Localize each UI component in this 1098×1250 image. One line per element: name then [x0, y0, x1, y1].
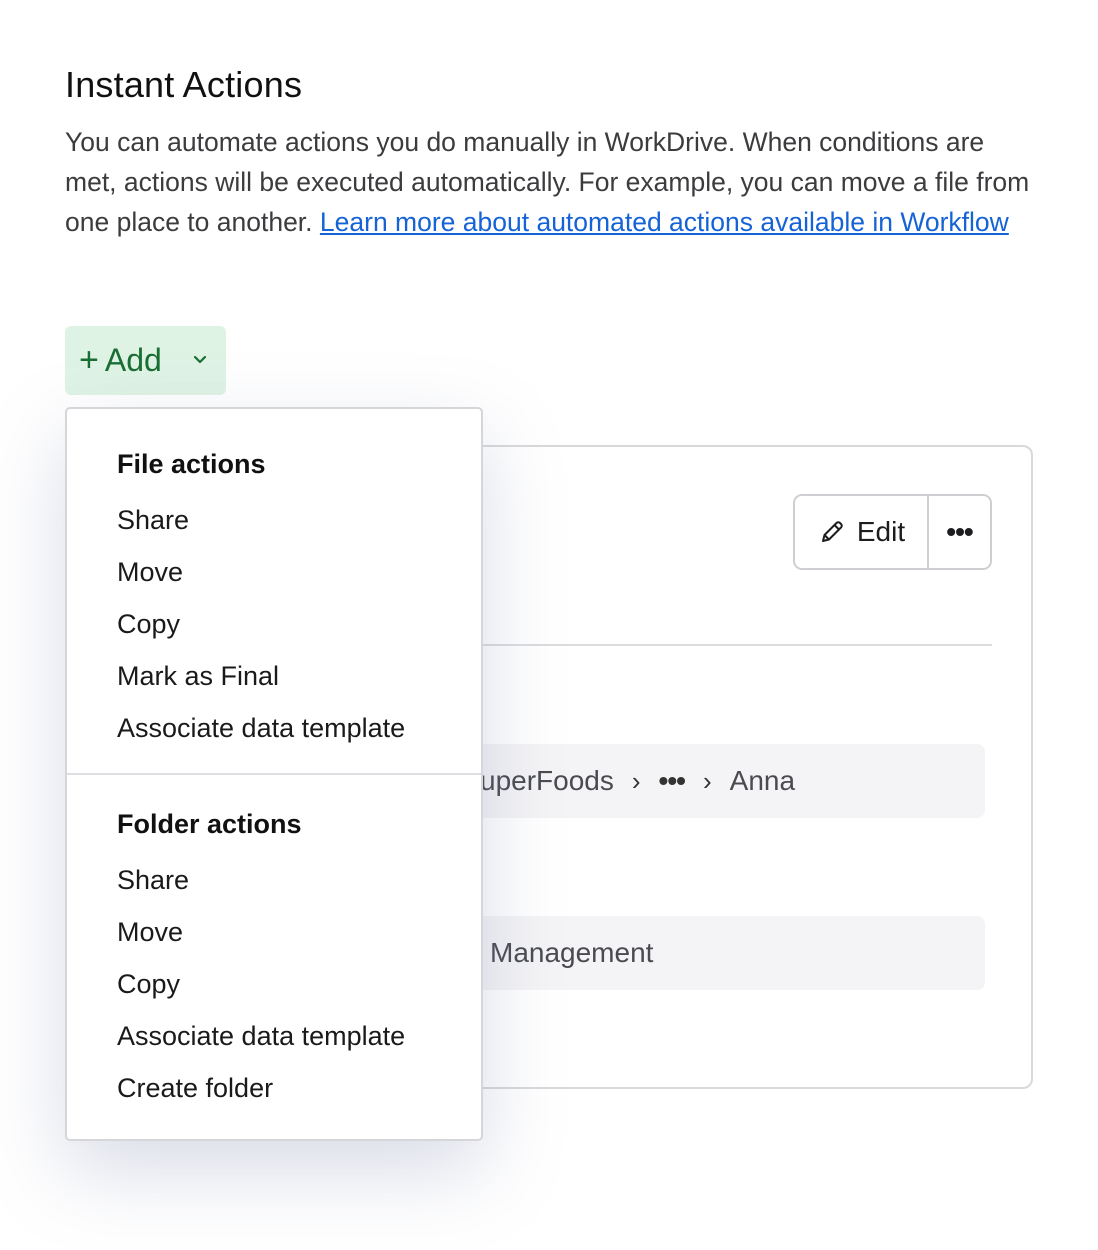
learn-more-link[interactable]: Learn more about automated actions avail…	[320, 207, 1009, 237]
card-divider	[480, 644, 992, 646]
path-segment-first: uperFoods	[480, 765, 614, 796]
menu-item-folder-associate-template[interactable]: Associate data template	[117, 1021, 405, 1052]
menu-item-folder-copy[interactable]: Copy	[117, 969, 180, 1000]
menu-divider	[67, 773, 481, 775]
menu-item-folder-create-folder[interactable]: Create folder	[117, 1073, 273, 1104]
chevron-right-icon: ›	[702, 765, 712, 796]
menu-item-file-mark-final[interactable]: Mark as Final	[117, 661, 279, 692]
add-button-label: Add	[104, 342, 162, 378]
card-action-group: Edit •••	[793, 494, 992, 570]
path-segment-last: Anna	[729, 765, 796, 796]
more-options-button[interactable]: •••	[929, 496, 990, 568]
management-field: Management	[470, 916, 985, 990]
more-icon: •••	[946, 516, 973, 547]
menu-item-file-move[interactable]: Move	[117, 557, 183, 588]
edit-button-label: Edit	[856, 516, 906, 547]
management-text: Management	[490, 937, 654, 968]
folder-actions-heading: Folder actions	[117, 809, 302, 839]
instant-actions-page: Instant Actions You can automate actions…	[0, 0, 1098, 1250]
chevron-down-icon	[193, 355, 207, 364]
edit-button[interactable]: Edit	[795, 496, 929, 568]
pencil-icon	[821, 521, 843, 542]
file-actions-heading: File actions	[117, 449, 266, 479]
chevron-right-icon: ›	[631, 765, 641, 796]
menu-item-folder-move[interactable]: Move	[117, 917, 183, 948]
menu-item-file-associate-template[interactable]: Associate data template	[117, 713, 405, 744]
add-action-menu: File actions Share Move Copy Mark as Fin…	[65, 407, 483, 1141]
menu-item-file-share[interactable]: Share	[117, 505, 189, 536]
path-breadcrumb: uperFoods › ••• › Anna	[470, 744, 985, 818]
menu-item-folder-share[interactable]: Share	[117, 865, 189, 896]
page-description: You can automate actions you do manually…	[65, 122, 1035, 242]
plus-icon: +	[79, 341, 99, 379]
path-ellipsis[interactable]: •••	[659, 765, 686, 797]
menu-item-file-copy[interactable]: Copy	[117, 609, 180, 640]
page-title: Instant Actions	[65, 64, 303, 105]
add-button[interactable]: + Add	[65, 326, 226, 395]
